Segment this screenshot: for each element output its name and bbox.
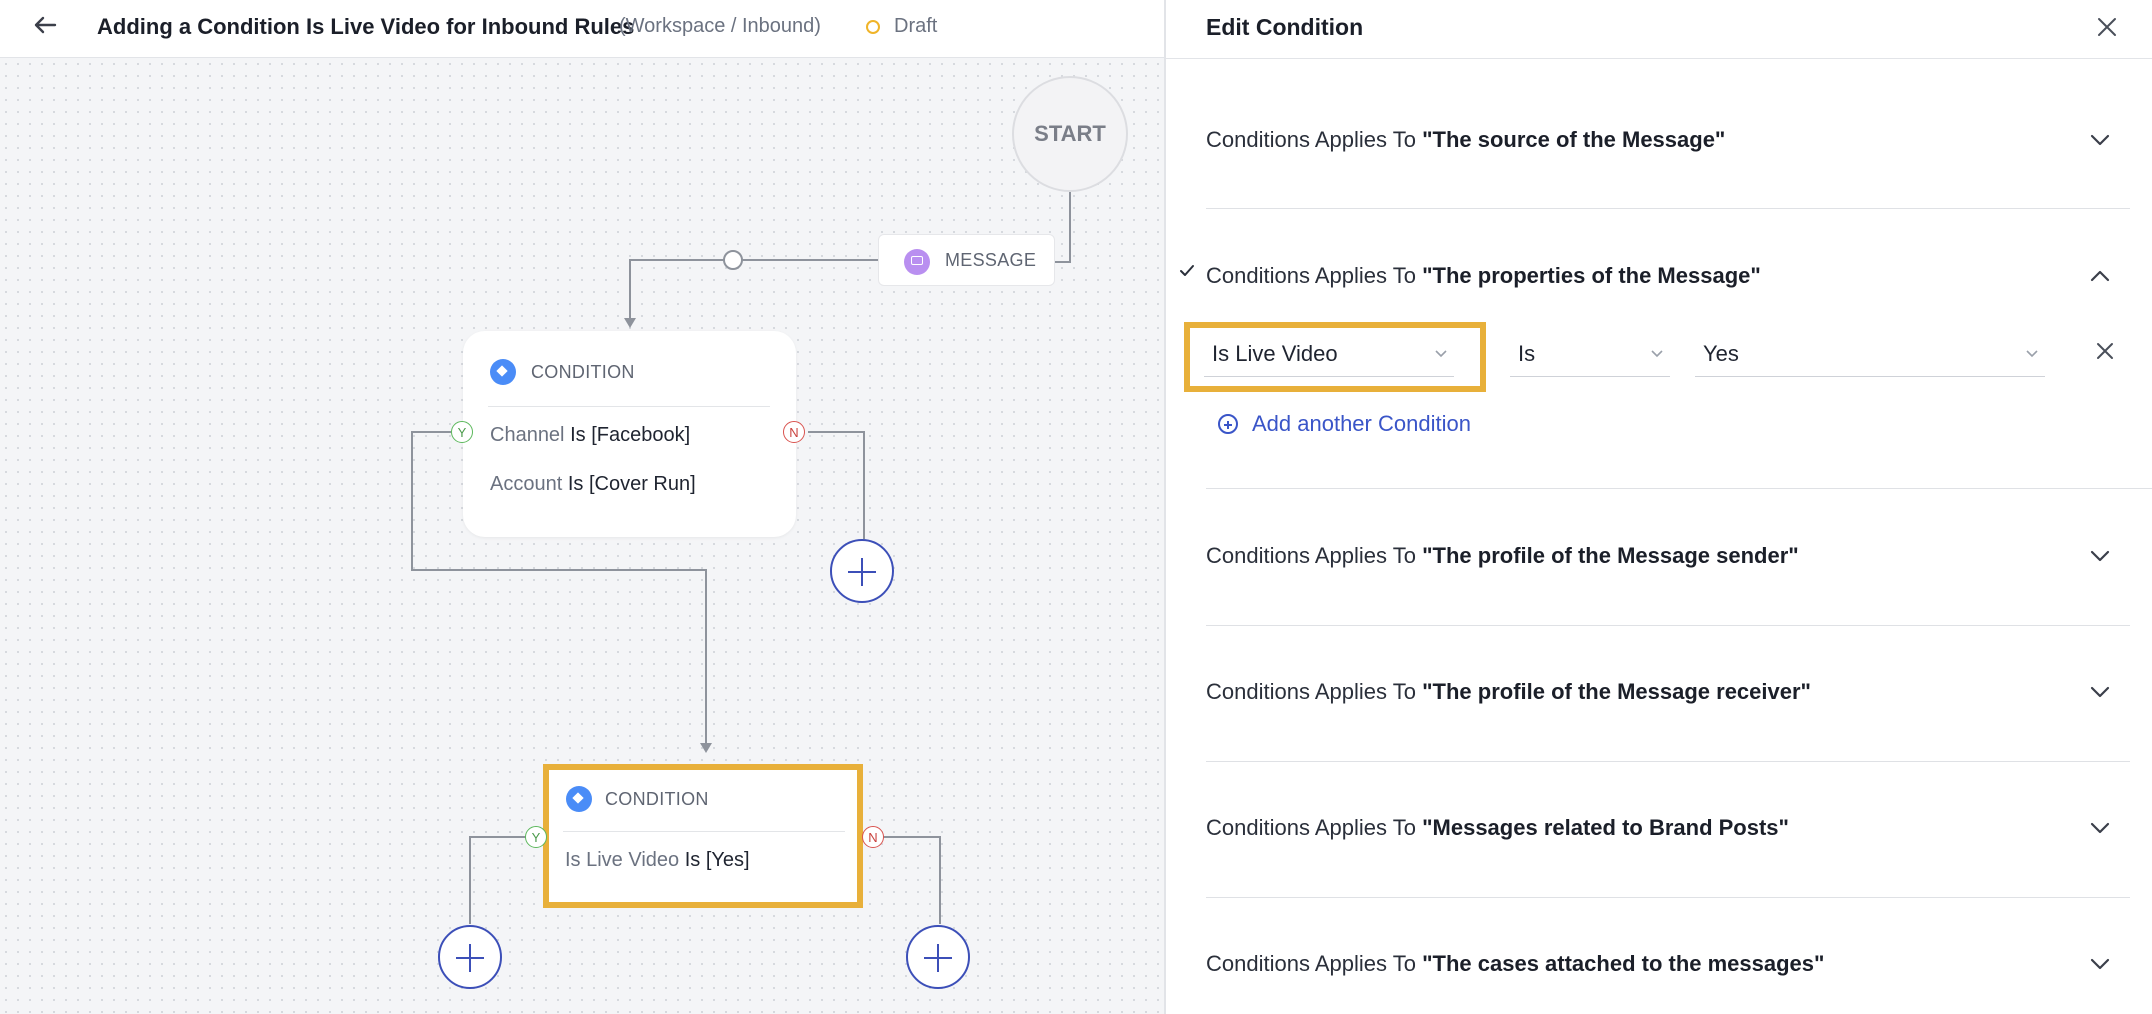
section-subject: "The profile of the Message sender" — [1422, 543, 1799, 568]
close-icon[interactable] — [2092, 12, 2122, 42]
section-subject: "The profile of the Message receiver" — [1422, 679, 1811, 704]
add-circle-icon — [1218, 414, 1238, 434]
condition-row: Channel Is [Facebook] — [490, 424, 690, 447]
breadcrumb: (Workspace / Inbound) — [619, 15, 821, 37]
status-badge: Draft — [894, 15, 938, 37]
yes-branch-badge: Y — [525, 826, 547, 848]
no-branch-badge: N — [783, 421, 805, 443]
top-header: Adding a Condition Is Live Video for Inb… — [0, 0, 1164, 58]
checkmark-icon — [1180, 265, 1194, 276]
message-node[interactable]: MESSAGE — [878, 234, 1055, 286]
add-step-button[interactable] — [438, 925, 502, 989]
condition-icon — [490, 359, 516, 385]
condition-node-title: CONDITION — [531, 362, 635, 382]
add-step-button[interactable] — [830, 539, 894, 603]
section-divider — [1206, 761, 2130, 762]
section-prefix: Conditions Applies To — [1206, 679, 1416, 704]
section-profile-of-receiver[interactable]: Conditions Applies To "The profile of th… — [1206, 679, 1811, 705]
condition-row-value: Is [Facebook] — [570, 424, 691, 446]
field-select-value: Is Live Video — [1212, 341, 1338, 366]
condition-row-value: Is [Cover Run] — [567, 473, 696, 495]
section-prefix: Conditions Applies To — [1206, 127, 1416, 152]
chevron-down-icon[interactable] — [2088, 816, 2112, 840]
back-arrow-icon[interactable] — [30, 10, 60, 40]
value-select-value: Yes — [1703, 341, 1739, 366]
page-title: Adding a Condition Is Live Video for Inb… — [97, 14, 635, 39]
condition-row-value: Is [Yes] — [684, 849, 750, 871]
section-brand-posts[interactable]: Conditions Applies To "Messages related … — [1206, 815, 1789, 841]
condition-node-channel[interactable]: CONDITION Channel Is [Facebook] Account … — [463, 331, 796, 537]
rule-canvas[interactable]: START MESSAGE CONDITION Channel Is [Face… — [0, 58, 1164, 1014]
condition-row-key: Account — [490, 473, 563, 495]
node-divider — [563, 831, 845, 832]
yes-branch-badge: Y — [451, 421, 473, 443]
node-divider — [488, 406, 770, 407]
section-profile-of-sender[interactable]: Conditions Applies To "The profile of th… — [1206, 543, 1799, 569]
condition-row: Account Is [Cover Run] — [490, 473, 696, 496]
message-icon — [904, 249, 930, 275]
chevron-up-icon[interactable] — [2088, 264, 2112, 288]
condition-icon — [566, 786, 592, 812]
edit-condition-panel: Edit Condition Conditions Applies To "Th… — [1164, 0, 2152, 1014]
condition-node-title: CONDITION — [605, 789, 709, 809]
section-prefix: Conditions Applies To — [1206, 815, 1416, 840]
condition-row-key: Channel — [490, 424, 565, 446]
section-prefix: Conditions Applies To — [1206, 543, 1416, 568]
condition-row-key: Is Live Video — [565, 849, 680, 871]
remove-condition-icon[interactable] — [2093, 339, 2117, 363]
section-source-of-message[interactable]: Conditions Applies To "The source of the… — [1206, 127, 1725, 153]
condition-row: Is Live Video Is [Yes] — [565, 849, 750, 872]
no-branch-badge: N — [862, 826, 884, 848]
message-node-label: MESSAGE — [945, 250, 1037, 270]
panel-header-divider — [1166, 58, 2152, 59]
chevron-down-icon[interactable] — [2088, 544, 2112, 568]
section-properties-of-message[interactable]: Conditions Applies To "The properties of… — [1206, 263, 1761, 289]
section-divider — [1206, 897, 2130, 898]
section-divider — [1206, 625, 2130, 626]
value-select[interactable]: Yes — [1695, 333, 2045, 377]
chevron-down-icon[interactable] — [2088, 952, 2112, 976]
add-step-button[interactable] — [906, 925, 970, 989]
chevron-down-icon — [2026, 350, 2038, 358]
start-node[interactable]: START — [1012, 76, 1128, 192]
section-subject: "The source of the Message" — [1422, 127, 1726, 152]
chevron-down-icon[interactable] — [2088, 680, 2112, 704]
chevron-down-icon — [1435, 350, 1447, 358]
section-divider — [1206, 208, 2130, 209]
section-subject: "The properties of the Message" — [1422, 263, 1761, 288]
add-another-condition-label: Add another Condition — [1252, 411, 1471, 436]
section-cases-attached[interactable]: Conditions Applies To "The cases attache… — [1206, 951, 1824, 977]
field-select[interactable]: Is Live Video — [1204, 333, 1454, 377]
operator-select-value: Is — [1518, 341, 1536, 366]
condition-node-live-video[interactable]: CONDITION Is Live Video Is [Yes] — [545, 766, 861, 904]
chevron-down-icon[interactable] — [2088, 128, 2112, 152]
operator-select[interactable]: Is — [1510, 333, 1670, 377]
section-subject: "Messages related to Brand Posts" — [1422, 815, 1789, 840]
panel-title: Edit Condition — [1206, 14, 1364, 40]
section-prefix: Conditions Applies To — [1206, 951, 1416, 976]
chevron-down-icon — [1651, 350, 1663, 358]
section-prefix: Conditions Applies To — [1206, 263, 1416, 288]
section-divider — [1206, 488, 2152, 489]
draft-status-icon — [866, 20, 880, 34]
section-subject: "The cases attached to the messages" — [1422, 951, 1825, 976]
